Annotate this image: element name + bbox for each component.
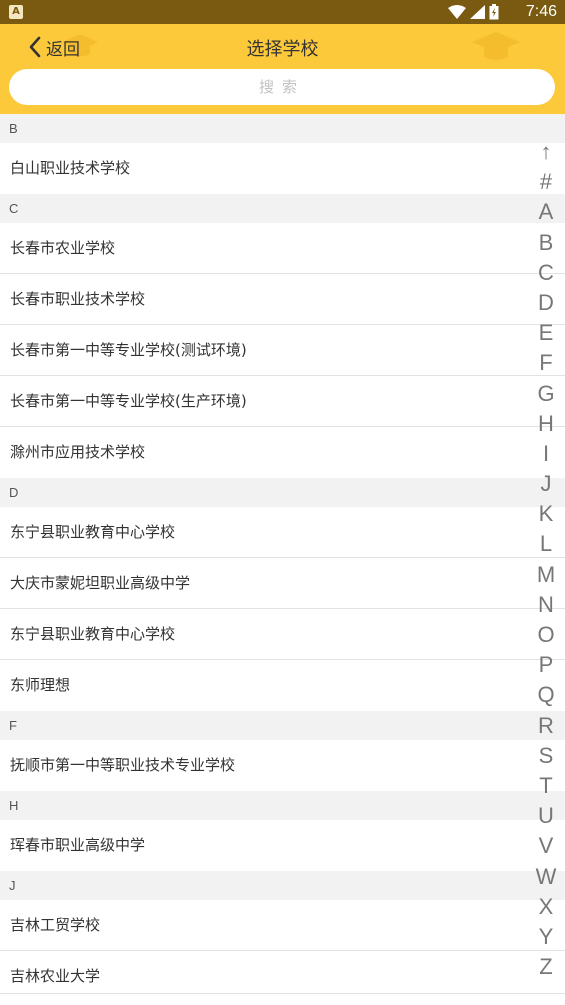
index-letter[interactable]: W — [533, 862, 559, 892]
status-bar: A 7:46 — [0, 0, 565, 24]
search-input[interactable] — [9, 69, 555, 105]
school-list-item[interactable]: 白山职业技术学校 — [0, 143, 565, 194]
school-list-item[interactable]: 抚顺市第一中等职业技术专业学校 — [0, 740, 565, 791]
section-header: D — [0, 478, 565, 507]
index-letter[interactable]: F — [533, 348, 559, 378]
school-list-item[interactable]: 珲春市职业高级中学 — [0, 820, 565, 871]
divider — [0, 993, 565, 994]
index-letter[interactable]: O — [533, 620, 559, 650]
school-list-item[interactable]: 东宁县职业教育中心学校 — [0, 609, 565, 660]
index-letter[interactable]: K — [533, 499, 559, 529]
section-header: C — [0, 194, 565, 223]
index-letter[interactable]: N — [533, 590, 559, 620]
index-letter[interactable]: R — [533, 711, 559, 741]
section-header: J — [0, 871, 565, 900]
section-header: F — [0, 711, 565, 740]
page-title: 选择学校 — [246, 39, 319, 60]
index-letter[interactable]: # — [533, 167, 559, 197]
index-letter[interactable]: B — [533, 228, 559, 258]
app-notification-icon: A — [9, 5, 23, 19]
index-letter[interactable]: Y — [533, 922, 559, 952]
school-list-item[interactable]: 吉林工贸学校 — [0, 900, 565, 951]
section-header: B — [0, 114, 565, 143]
index-letter[interactable]: ↑ — [533, 137, 559, 167]
index-letter[interactable]: V — [533, 831, 559, 861]
index-letter[interactable]: H — [533, 409, 559, 439]
school-list-item[interactable]: 东师理想 — [0, 660, 565, 711]
index-letter[interactable]: T — [533, 771, 559, 801]
school-list-item[interactable]: 大庆市蒙妮坦职业高级中学 — [0, 558, 565, 609]
signal-icon — [470, 5, 485, 19]
school-list-item[interactable]: 滁州市应用技术学校 — [0, 427, 565, 478]
index-letter[interactable]: G — [533, 379, 559, 409]
school-list-item[interactable]: 长春市职业技术学校 — [0, 274, 565, 325]
system-icons — [448, 4, 499, 20]
school-list-item[interactable]: 东宁县职业教育中心学校 — [0, 507, 565, 558]
wifi-icon — [448, 5, 466, 19]
school-list-item[interactable]: 长春市第一中等专业学校(生产环境) — [0, 376, 565, 427]
clock: 7:46 — [525, 3, 557, 20]
index-letter[interactable]: P — [533, 650, 559, 680]
school-list: B 白山职业技术学校 C 长春市农业学校 长春市职业技术学校 长春市第一中等专业学校(测试… — [0, 114, 565, 1002]
section-header: H — [0, 791, 565, 820]
index-letter[interactable]: U — [533, 801, 559, 831]
index-letter[interactable]: D — [533, 288, 559, 318]
index-letter[interactable]: I — [533, 439, 559, 469]
school-list-item[interactable]: 吉林农业大学 — [0, 951, 565, 1002]
alphabet-index-bar[interactable]: ↑ # A B C D E F G H I J K L M N O P Q R S T U V W X Y Z — [533, 137, 559, 982]
index-letter[interactable]: Q — [533, 680, 559, 710]
index-letter[interactable]: Z — [533, 952, 559, 982]
index-letter[interactable]: X — [533, 892, 559, 922]
header: 返回 选择学校 — [0, 24, 565, 114]
index-letter[interactable]: S — [533, 741, 559, 771]
index-letter[interactable]: J — [533, 469, 559, 499]
index-letter[interactable]: L — [533, 529, 559, 559]
school-list-item[interactable]: 长春市第一中等专业学校(测试环境) — [0, 325, 565, 376]
battery-icon — [489, 4, 499, 20]
index-letter[interactable]: A — [533, 197, 559, 227]
index-letter[interactable]: M — [533, 560, 559, 590]
index-letter[interactable]: E — [533, 318, 559, 348]
index-letter[interactable]: C — [533, 258, 559, 288]
school-list-item[interactable]: 长春市农业学校 — [0, 223, 565, 274]
